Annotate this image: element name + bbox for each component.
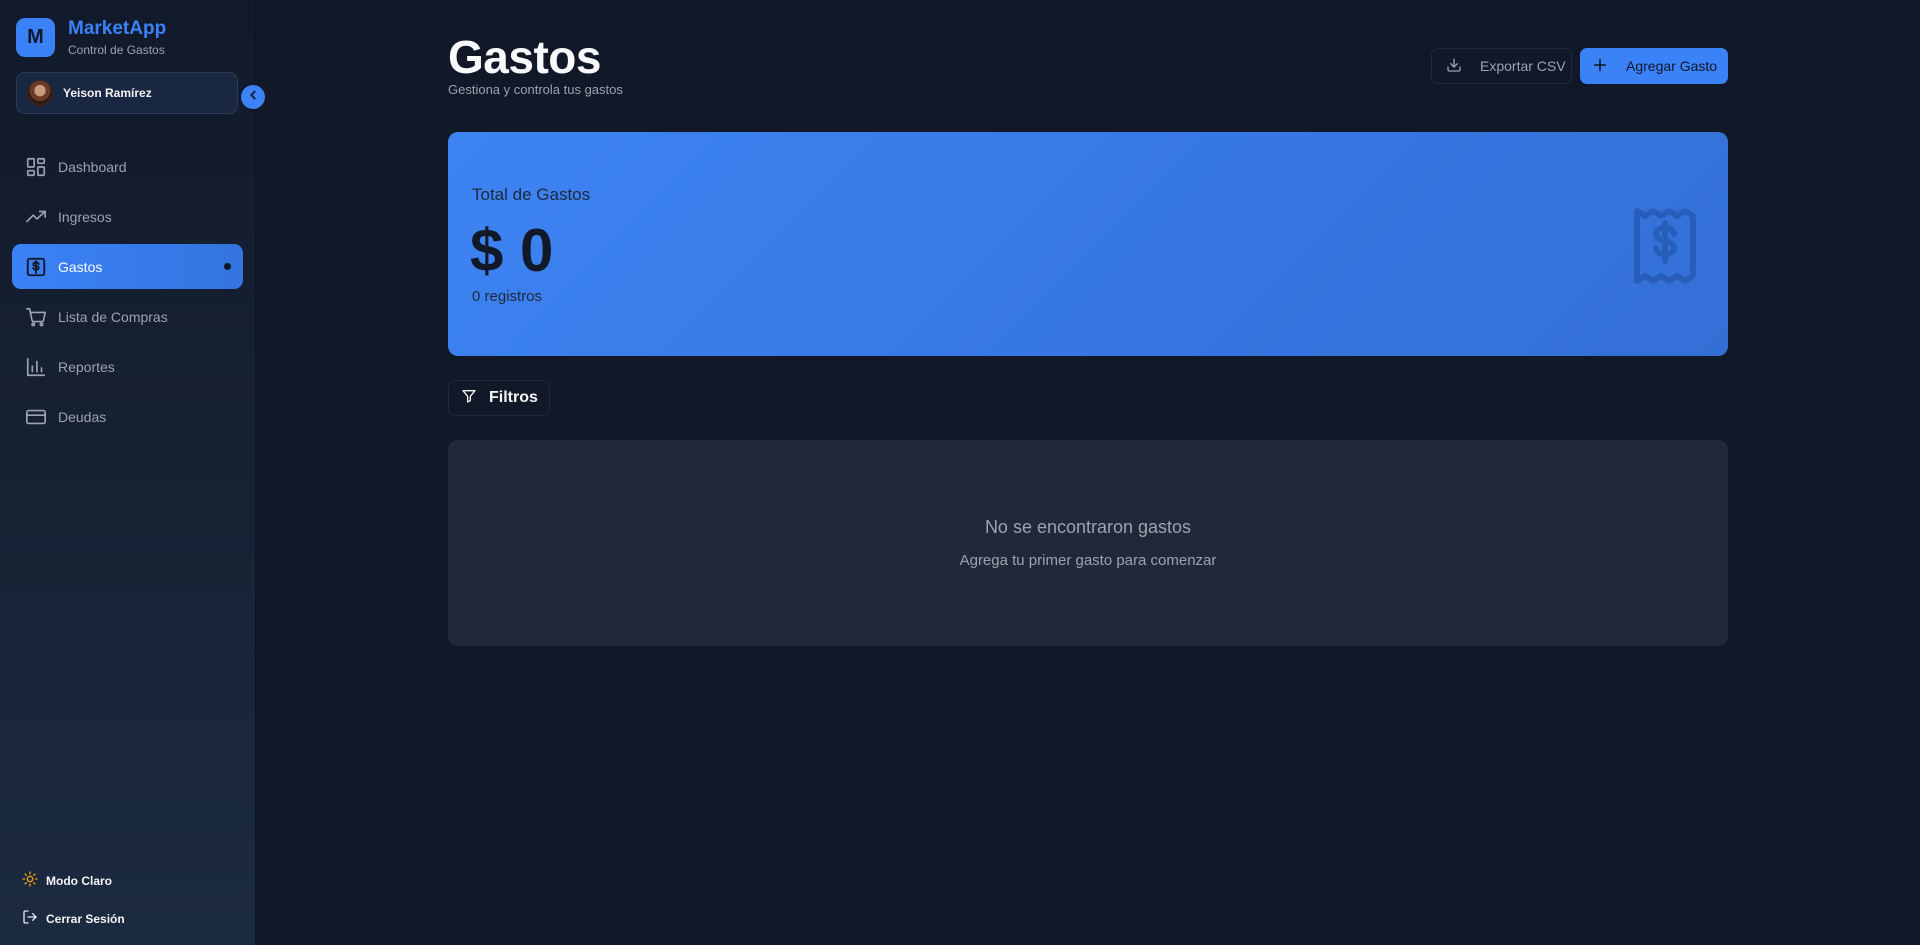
trending-up-icon (24, 205, 48, 229)
add-expense-label: Agregar Gasto (1626, 58, 1718, 74)
empty-state-title: No se encontraron gastos (984, 517, 1192, 537)
sidebar-item-dashboard[interactable]: Dashboard (12, 144, 243, 189)
user-name: Yeison Ramírez (63, 86, 152, 100)
shopping-cart-icon (24, 305, 48, 329)
user-card[interactable]: Yeison Ramírez (16, 72, 238, 114)
sidebar-nav: Dashboard Ingresos Gastos Lista de Compr… (12, 144, 243, 444)
sidebar-item-gastos[interactable]: Gastos (12, 244, 243, 289)
sidebar-item-label: Deudas (58, 408, 107, 425)
sidebar-item-label: Ingresos (58, 208, 112, 225)
download-icon (1446, 57, 1462, 76)
bar-chart-icon (24, 355, 48, 379)
logout-icon (22, 909, 38, 928)
empty-state-subtitle: Agrega tu primer gasto para comenzar (959, 552, 1217, 569)
sidebar-item-lista-de-compras[interactable]: Lista de Compras (12, 294, 243, 339)
total-label: Total de Gastos (472, 185, 591, 204)
avatar (27, 80, 53, 106)
page-title: Gastos (448, 31, 601, 83)
collapse-sidebar-button[interactable] (241, 85, 265, 109)
sidebar-item-label: Gastos (58, 258, 103, 275)
sidebar-item-label: Reportes (58, 358, 115, 375)
plus-icon (1592, 57, 1608, 76)
sidebar-item-ingresos[interactable]: Ingresos (12, 194, 243, 239)
active-indicator (224, 263, 231, 270)
export-csv-button[interactable]: Exportar CSV (1431, 48, 1572, 84)
brand-subtitle: Control de Gastos (68, 43, 165, 57)
sidebar-item-deudas[interactable]: Deudas (12, 394, 243, 439)
sidebar: M MarketApp Control de Gastos Yeison Ram… (0, 0, 256, 945)
brand-name: MarketApp (68, 18, 167, 39)
filter-icon (461, 388, 477, 409)
total-value: $ 0 (470, 217, 554, 284)
brand[interactable]: M MarketApp Control de Gastos (16, 18, 166, 57)
credit-card-icon (24, 405, 48, 429)
export-csv-label: Exportar CSV (1480, 58, 1566, 74)
sun-icon (22, 871, 38, 890)
total-expenses-card: Total de Gastos $ 0 0 registros (448, 132, 1728, 356)
sidebar-item-reportes[interactable]: Reportes (12, 344, 243, 389)
record-count: 0 registros (472, 288, 543, 305)
logout-label: Cerrar Sesión (46, 911, 125, 926)
dashboard-grid-icon (24, 155, 48, 179)
theme-toggle-button[interactable]: Modo Claro (22, 871, 112, 890)
sidebar-item-label: Lista de Compras (58, 308, 168, 325)
filters-label: Filtros (489, 389, 538, 406)
sidebar-item-label: Dashboard (58, 158, 127, 175)
chevron-left-icon (246, 88, 260, 107)
logout-button[interactable]: Cerrar Sesión (22, 909, 125, 928)
theme-toggle-label: Modo Claro (46, 873, 112, 888)
receipt-icon (1632, 206, 1698, 291)
brand-logo: M (16, 18, 55, 57)
dollar-square-icon (24, 255, 48, 279)
filters-button[interactable]: Filtros (448, 380, 550, 416)
page-subtitle: Gestiona y controla tus gastos (448, 82, 623, 97)
add-expense-button[interactable]: Agregar Gasto (1580, 48, 1728, 84)
expenses-empty-state: No se encontraron gastos Agrega tu prime… (448, 440, 1728, 646)
